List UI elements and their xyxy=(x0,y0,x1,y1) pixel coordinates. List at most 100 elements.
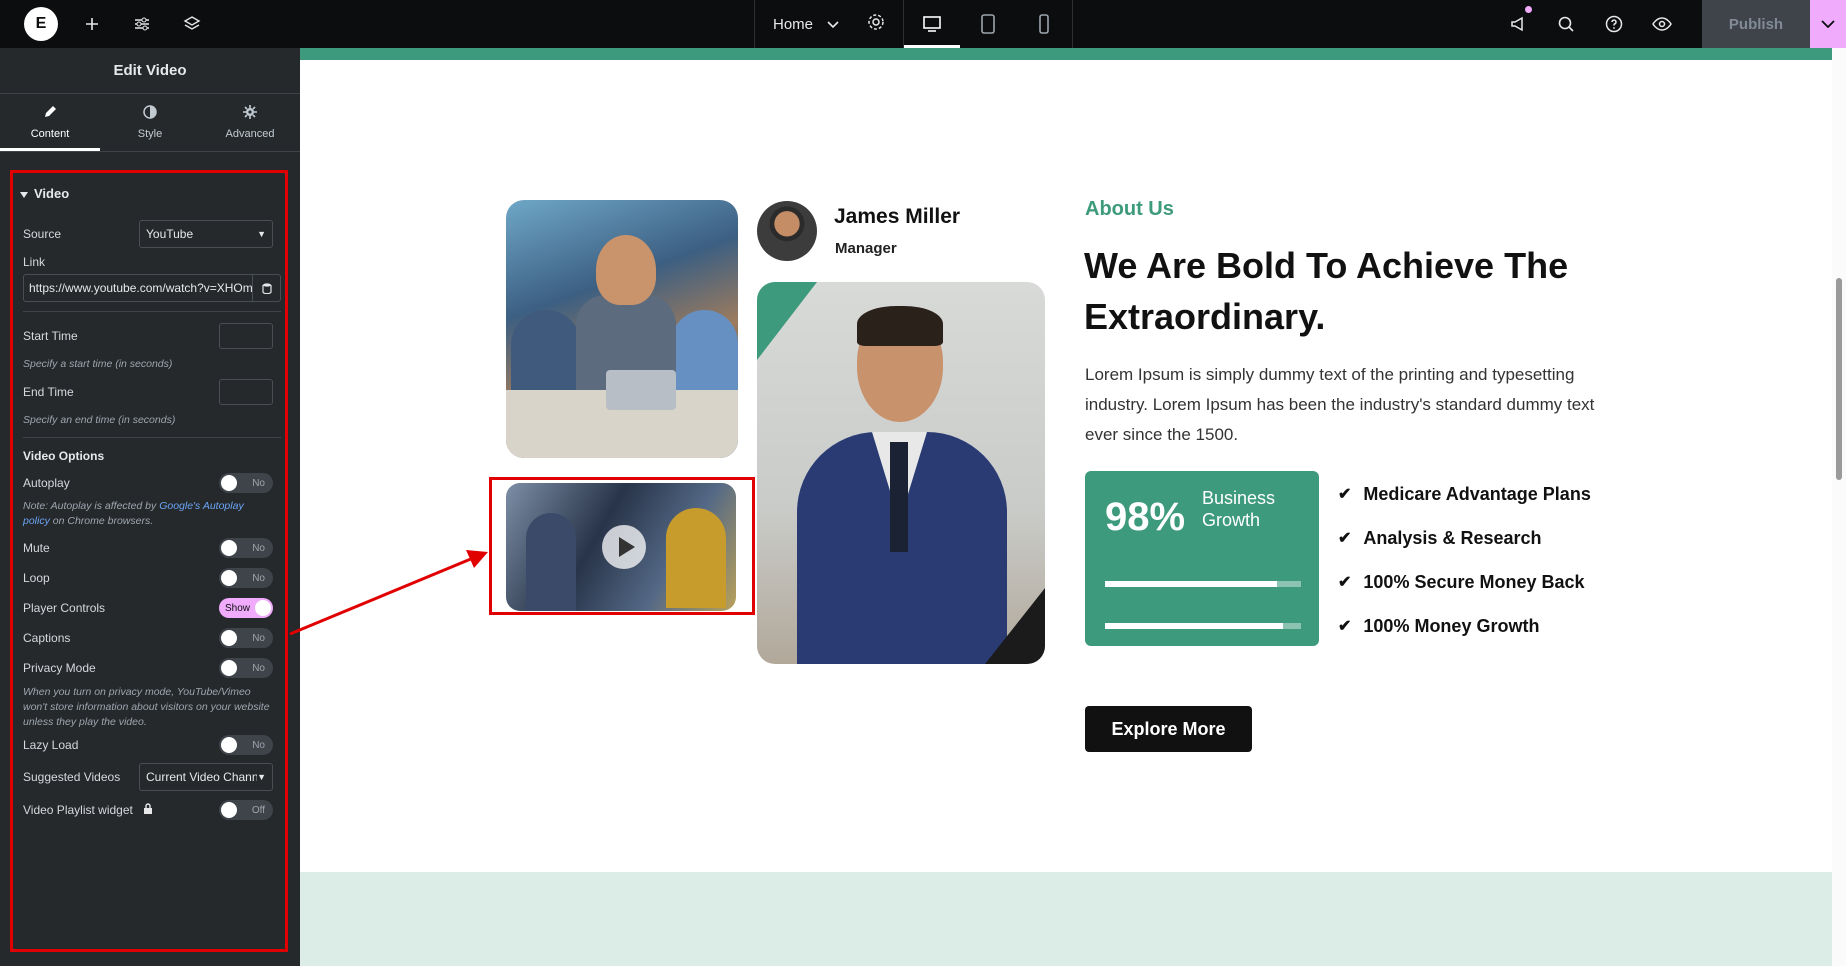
section-title: Video xyxy=(34,186,70,201)
edit-panel: Edit Video Content Style Advanced Video … xyxy=(0,48,300,966)
dynamic-tags-icon[interactable] xyxy=(252,275,280,301)
section-header-video[interactable]: Video xyxy=(20,186,278,201)
elementor-logo[interactable]: E xyxy=(24,7,58,41)
sliders-icon[interactable] xyxy=(126,8,158,40)
feature-list: ✔ Medicare Advantage Plans ✔ Analysis & Re… xyxy=(1338,472,1591,648)
publish-button[interactable]: Publish xyxy=(1702,0,1810,48)
lock-icon xyxy=(143,802,153,818)
mobile-icon[interactable] xyxy=(1016,0,1072,48)
top-bar-center: Home xyxy=(754,0,1074,48)
start-time-control: Start Time xyxy=(23,323,273,349)
lazy-load-toggle[interactable]: No xyxy=(219,735,273,755)
captions-toggle[interactable]: No xyxy=(219,628,273,648)
playlist-widget-toggle[interactable]: Off xyxy=(219,800,273,820)
autoplay-state: No xyxy=(252,477,265,489)
mute-control: Mute No xyxy=(23,538,273,558)
lazy-load-state: No xyxy=(252,739,265,751)
lazy-load-label: Lazy Load xyxy=(23,738,79,752)
start-time-input[interactable] xyxy=(219,323,273,349)
playlist-widget-label-group: Video Playlist widget xyxy=(23,802,153,818)
progress-bar xyxy=(1105,623,1301,629)
desktop-icon[interactable] xyxy=(904,0,961,48)
video-widget[interactable] xyxy=(506,483,736,611)
loop-control: Loop No xyxy=(23,568,273,588)
loop-state: No xyxy=(252,572,265,584)
publish-options-chevron-icon[interactable] xyxy=(1810,0,1846,48)
video-widget-highlight xyxy=(489,477,755,615)
end-time-control: End Time xyxy=(23,379,273,405)
mute-toggle[interactable]: No xyxy=(219,538,273,558)
pencil-icon xyxy=(43,105,57,123)
explore-more-button[interactable]: Explore More xyxy=(1085,706,1252,752)
page-settings-gear-icon[interactable] xyxy=(867,13,885,35)
portrait-hair xyxy=(857,306,943,346)
play-icon[interactable] xyxy=(602,525,646,569)
suggested-videos-select[interactable]: Current Video Chann ▼ xyxy=(139,763,273,791)
player-controls-label: Player Controls xyxy=(23,601,106,615)
source-select[interactable]: YouTube ▼ xyxy=(139,220,273,248)
help-icon[interactable] xyxy=(1598,8,1630,40)
privacy-mode-label: Privacy Mode xyxy=(23,661,96,675)
suggested-videos-value: Current Video Chann xyxy=(146,770,258,784)
page-selector[interactable]: Home xyxy=(754,0,905,48)
link-label: Link xyxy=(23,255,46,269)
tab-advanced[interactable]: Advanced xyxy=(200,94,300,151)
video-options-title: Video Options xyxy=(23,449,105,463)
top-bar-right: Publish xyxy=(1502,0,1846,48)
tablet-icon[interactable] xyxy=(960,0,1016,48)
page-name: Home xyxy=(773,15,814,33)
check-icon: ✔ xyxy=(1338,574,1352,591)
search-icon[interactable] xyxy=(1550,8,1582,40)
scrollbar-thumb[interactable] xyxy=(1836,278,1842,480)
tab-advanced-label: Advanced xyxy=(225,128,275,140)
divider xyxy=(23,437,281,438)
check-icon: ✔ xyxy=(1338,618,1352,635)
team-meeting-image xyxy=(506,200,738,458)
playlist-widget-control: Video Playlist widget Off xyxy=(23,800,273,820)
stat-label: Business Growth xyxy=(1202,488,1276,530)
list-item-label: 100% Secure Money Back xyxy=(1363,571,1585,592)
suggested-videos-control: Suggested Videos Current Video Chann ▼ xyxy=(23,763,273,791)
plus-icon[interactable] xyxy=(76,8,108,40)
tab-style-label: Style xyxy=(137,128,163,140)
progress-bar-fill xyxy=(1105,581,1278,587)
panel-title: Edit Video xyxy=(0,48,300,94)
playlist-widget-state: Off xyxy=(251,804,265,816)
gear-icon xyxy=(243,105,257,123)
progress-bar xyxy=(1105,581,1301,587)
top-bar: E Home Publish xyxy=(0,0,1846,48)
link-value: https://www.youtube.com/watch?v=XHOm xyxy=(29,281,252,295)
announcement-icon[interactable] xyxy=(1502,6,1534,40)
player-controls-control: Player Controls Show xyxy=(23,598,273,618)
check-icon: ✔ xyxy=(1338,530,1352,547)
tab-content[interactable]: Content xyxy=(0,94,100,151)
eye-icon[interactable] xyxy=(1646,8,1678,40)
list-item-label: Medicare Advantage Plans xyxy=(1363,483,1591,504)
panel-tabs: Content Style Advanced xyxy=(0,94,300,152)
canvas-scrollbar[interactable] xyxy=(1832,48,1846,966)
player-controls-toggle[interactable]: Show xyxy=(219,598,273,618)
next-section-band xyxy=(300,872,1832,966)
loop-label: Loop xyxy=(23,571,50,585)
autoplay-label: Autoplay xyxy=(23,476,70,490)
loop-toggle[interactable]: No xyxy=(219,568,273,588)
link-input[interactable]: https://www.youtube.com/watch?v=XHOm xyxy=(23,274,281,302)
end-time-label: End Time xyxy=(23,385,74,399)
layers-icon[interactable] xyxy=(176,8,208,40)
tab-content-label: Content xyxy=(30,128,70,140)
video-section-highlight: Video Source YouTube ▼ Link https://www.… xyxy=(10,170,288,952)
top-bar-left: E xyxy=(0,0,208,48)
headline: We Are Bold To Achieve The Extraordinary… xyxy=(1084,245,1569,337)
device-switcher xyxy=(904,0,1074,48)
chevron-down-icon xyxy=(827,16,839,33)
link-label-row: Link xyxy=(23,255,273,269)
mute-state: No xyxy=(252,542,265,554)
notification-dot xyxy=(1525,6,1532,13)
divider xyxy=(23,311,281,312)
end-time-input[interactable] xyxy=(219,379,273,405)
autoplay-toggle[interactable]: No xyxy=(219,473,273,493)
privacy-mode-toggle[interactable]: No xyxy=(219,658,273,678)
tab-style[interactable]: Style xyxy=(100,94,200,151)
portrait-tie xyxy=(890,442,908,552)
privacy-note: When you turn on privacy mode, YouTube/V… xyxy=(23,686,270,728)
